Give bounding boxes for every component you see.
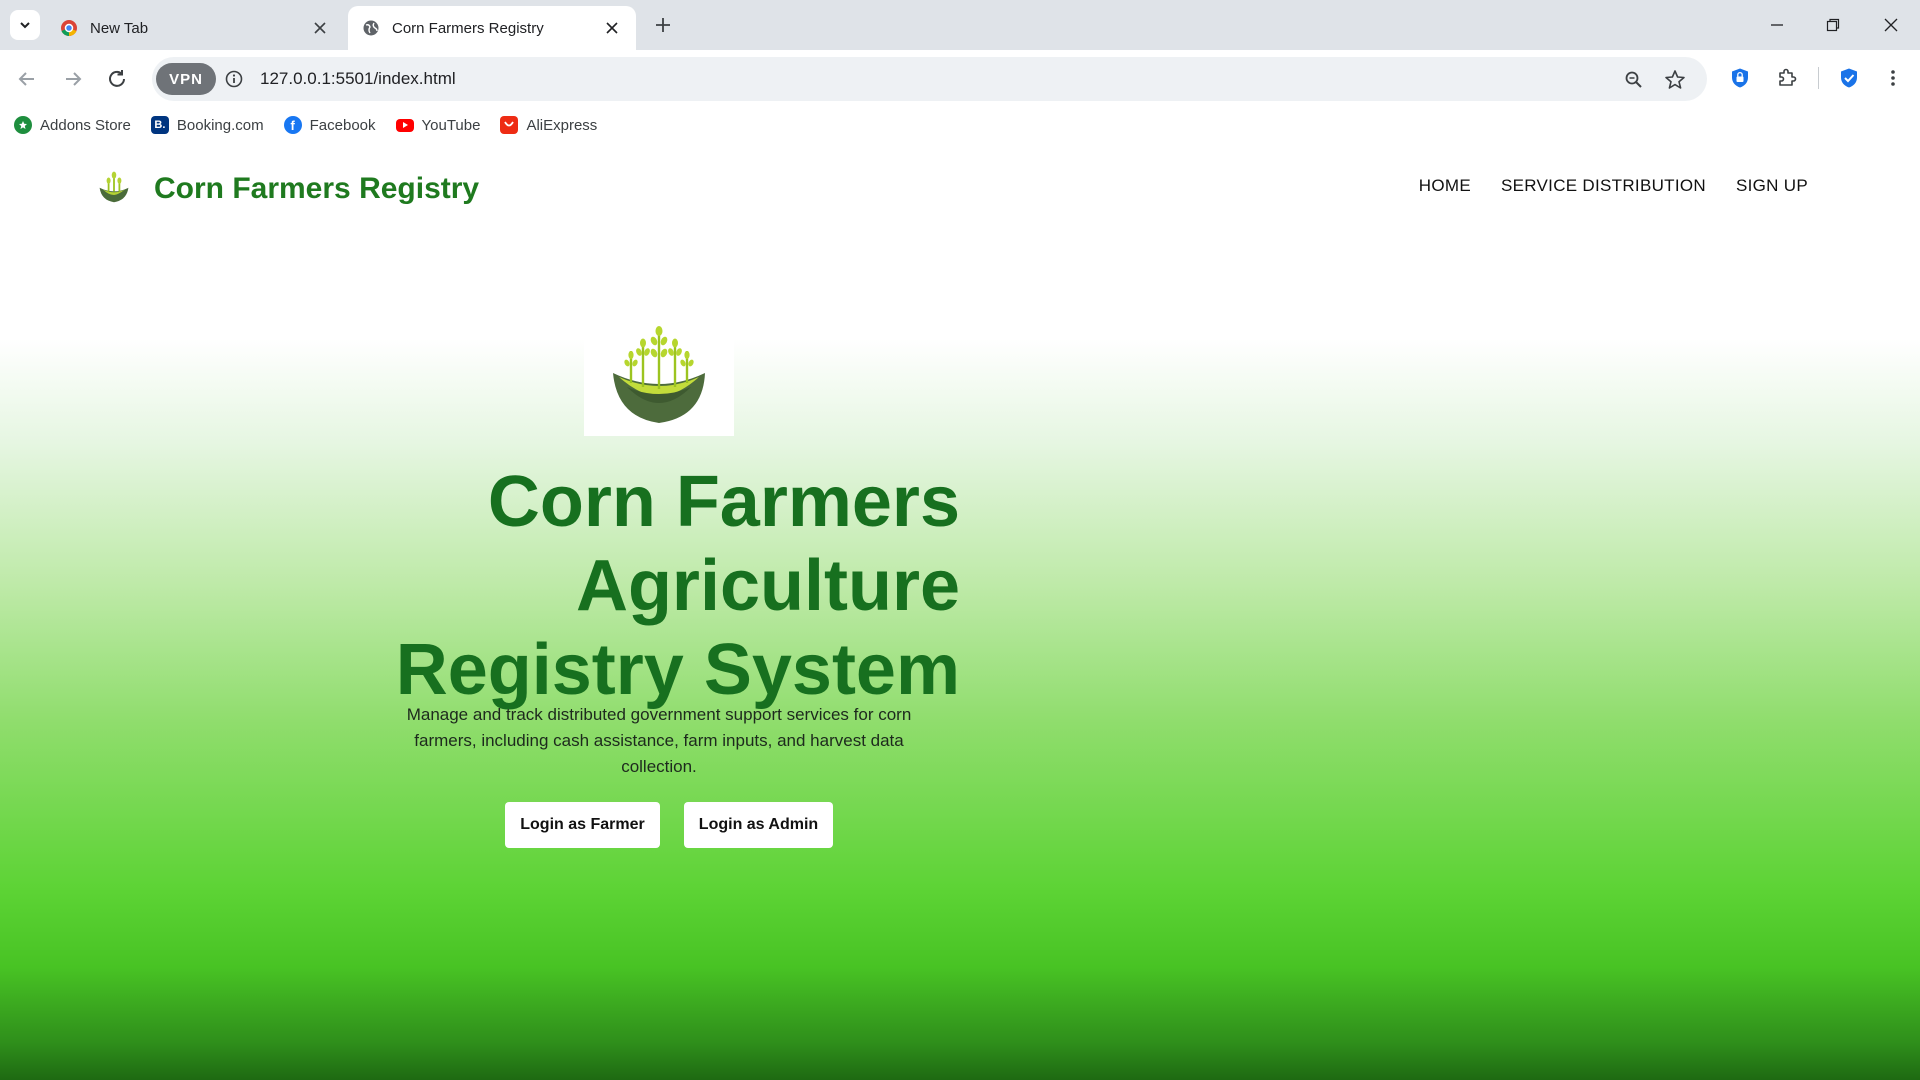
tab-title: New Tab: [90, 19, 149, 37]
url-text[interactable]: 127.0.0.1:5501/index.html: [260, 69, 456, 89]
bookmark-aliexpress[interactable]: AliExpress: [500, 116, 597, 134]
globe-icon: [363, 20, 379, 36]
login-as-admin-button[interactable]: Login as Admin: [684, 802, 833, 848]
tab-corn-farmers-registry[interactable]: Corn Farmers Registry: [348, 6, 636, 50]
browser-toolbar: VPN 127.0.0.1:5501/index.html: [0, 50, 1920, 108]
chevron-down-icon: [20, 22, 30, 29]
site-menu: HOME SERVICE DISTRIBUTION SIGN UP: [1419, 176, 1808, 196]
address-bar[interactable]: VPN 127.0.0.1:5501/index.html: [152, 57, 1707, 101]
bookmark-youtube[interactable]: YouTube: [395, 116, 481, 134]
bookmark-label: Facebook: [309, 116, 376, 134]
booking-icon: B.: [150, 116, 169, 134]
bookmark-booking[interactable]: B. Booking.com: [150, 116, 264, 134]
shield-icon[interactable]: [1834, 63, 1864, 93]
facebook-icon: f: [283, 116, 302, 134]
close-tab-icon[interactable]: [602, 18, 622, 38]
wheat-hands-logo-icon: [613, 326, 705, 423]
youtube-icon: [395, 118, 414, 132]
close-icon: [1884, 18, 1898, 32]
tab-strip: New Tab Corn Farmers Registry: [0, 0, 1920, 50]
close-window-button[interactable]: [1878, 12, 1904, 38]
hero-logo: [584, 310, 734, 436]
arrow-right-icon: [66, 72, 82, 86]
login-as-farmer-button[interactable]: Login as Farmer: [505, 802, 660, 848]
forward-button[interactable]: [57, 63, 89, 95]
restore-icon: [1826, 18, 1840, 32]
aliexpress-icon: [500, 116, 519, 134]
password-manager-icon[interactable]: [1725, 63, 1755, 93]
nav-home-link[interactable]: HOME: [1419, 176, 1471, 196]
hero-title-line: Agriculture: [575, 546, 960, 626]
hero-title: Corn Farmers Agriculture Registry System: [300, 460, 960, 712]
reload-icon: [109, 70, 125, 87]
addons-icon: [14, 116, 32, 134]
arrow-left-icon: [18, 72, 34, 86]
site-info-icon[interactable]: [222, 67, 246, 91]
toolbar-divider: [1818, 67, 1819, 89]
kebab-menu-icon[interactable]: [1878, 63, 1908, 93]
reload-button[interactable]: [101, 63, 133, 95]
minimize-button[interactable]: [1764, 12, 1790, 38]
bookmark-addons-store[interactable]: Addons Store: [14, 116, 131, 134]
wheat-hands-logo-icon[interactable]: [96, 168, 132, 204]
web-page: Corn Farmers Registry HOME SERVICE DISTR…: [0, 142, 1920, 1080]
tab-new-tab[interactable]: New Tab: [46, 6, 344, 50]
bookmark-star-icon[interactable]: [1662, 67, 1688, 93]
hero-title-line: Registry System: [395, 630, 960, 710]
bookmark-label: YouTube: [421, 116, 481, 134]
zoom-icon[interactable]: [1621, 67, 1647, 93]
plus-icon: [656, 18, 670, 32]
restore-button[interactable]: [1820, 12, 1846, 38]
vpn-button[interactable]: VPN: [156, 63, 216, 95]
tab-search-button[interactable]: [10, 10, 40, 40]
new-tab-button[interactable]: [650, 12, 676, 38]
puzzle-icon[interactable]: [1771, 63, 1801, 93]
back-button[interactable]: [11, 63, 43, 95]
bookmark-label: AliExpress: [526, 116, 598, 134]
site-brand-name[interactable]: Corn Farmers Registry: [154, 172, 479, 206]
bookmark-label: Addons Store: [40, 116, 131, 134]
site-navbar: Corn Farmers Registry HOME SERVICE DISTR…: [0, 142, 1920, 232]
tab-title: Corn Farmers Registry: [392, 19, 544, 37]
close-tab-icon[interactable]: [310, 18, 330, 38]
hero-description: Manage and track distributed government …: [406, 705, 912, 776]
hero-title-line: Corn Farmers: [487, 462, 960, 542]
minimize-icon: [1771, 24, 1783, 26]
bookmark-facebook[interactable]: f Facebook: [283, 116, 376, 134]
chrome-icon: [61, 20, 77, 37]
bookmarks-bar: Addons Store B. Booking.com f Facebook Y…: [0, 108, 1920, 142]
nav-service-distribution-link[interactable]: SERVICE DISTRIBUTION: [1501, 176, 1706, 196]
bookmark-label: Booking.com: [176, 116, 264, 134]
nav-sign-up-link[interactable]: SIGN UP: [1736, 176, 1808, 196]
